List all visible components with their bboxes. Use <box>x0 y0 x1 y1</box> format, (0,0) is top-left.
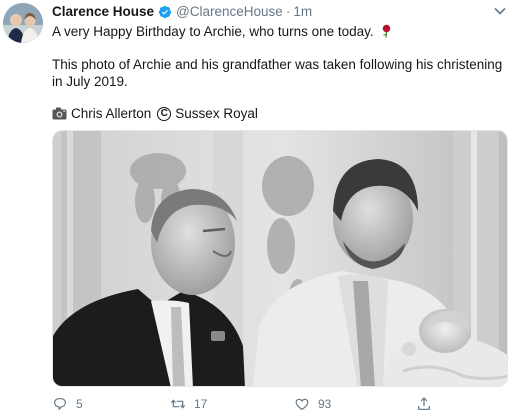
reply-count: 5 <box>76 397 83 411</box>
tweet-text-line-2: This photo of Archie and his grandfather… <box>52 57 503 72</box>
like-count: 93 <box>318 397 332 411</box>
heart-icon <box>295 398 309 411</box>
reply-icon <box>54 398 66 411</box>
avatar[interactable] <box>3 3 43 43</box>
tweet-text-birthday: A very Happy Birthday to Archie, who tur… <box>52 24 374 39</box>
avatar-photo <box>3 3 43 43</box>
tweet-timestamp[interactable]: 1m <box>293 4 312 19</box>
tweet-photo[interactable] <box>52 130 508 387</box>
tweet-text-line-3: in July 2019. <box>52 74 128 89</box>
copyright-icon: C <box>157 106 172 121</box>
like-button[interactable]: 93 <box>294 396 331 412</box>
share-button[interactable] <box>416 396 440 412</box>
photo-credits: Chris Allerton C Sussex Royal <box>52 106 258 121</box>
rose-emoji-icon <box>380 24 393 38</box>
retweet-icon <box>170 399 186 409</box>
retweet-count: 17 <box>194 397 208 411</box>
separator-dot: · <box>285 4 291 19</box>
camera-icon <box>52 107 67 120</box>
reply-button[interactable]: 5 <box>52 396 83 412</box>
tweet-text-line-1: A very Happy Birthday to Archie, who tur… <box>52 24 393 39</box>
verified-badge-icon <box>158 5 172 19</box>
chevron-down-icon[interactable] <box>493 4 507 18</box>
author-handle[interactable]: @ClarenceHouse <box>176 4 283 19</box>
tweet-actions: 5 17 93 <box>52 396 472 416</box>
credit-organization: Sussex Royal <box>175 106 258 121</box>
photographer-name: Chris Allerton <box>71 106 152 121</box>
retweet-button[interactable]: 17 <box>170 396 207 412</box>
share-icon <box>418 397 430 410</box>
christening-photo <box>53 131 507 386</box>
author-name[interactable]: Clarence House <box>52 4 154 19</box>
tweet-header: Clarence House @ClarenceHouse · 1m <box>52 4 312 19</box>
